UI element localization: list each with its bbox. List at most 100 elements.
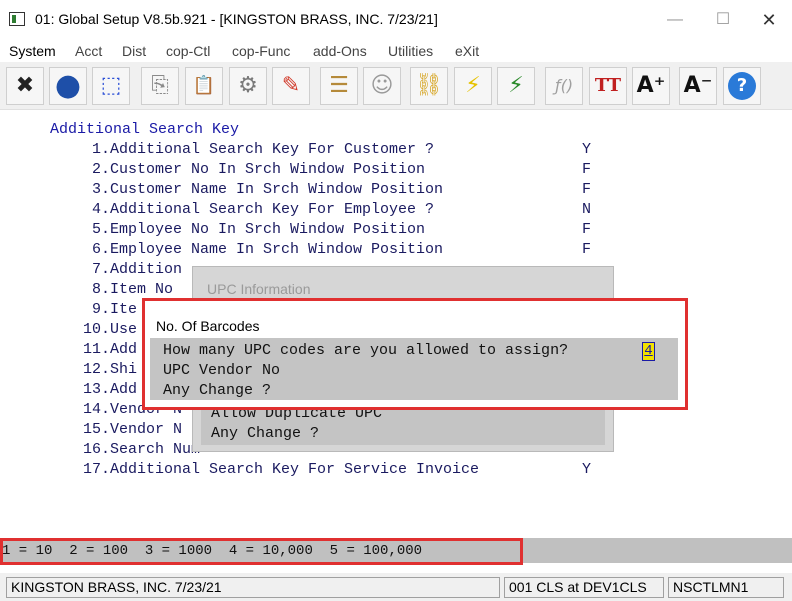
item-label: Additional Search Key For Customer ? bbox=[110, 141, 435, 158]
globe-button[interactable]: ● bbox=[49, 67, 87, 105]
menu-acct[interactable]: Acct bbox=[75, 43, 102, 59]
item-number: 9. bbox=[91, 301, 110, 318]
lightning-icon: ⚡ bbox=[465, 73, 481, 98]
menu-cop-ctl[interactable]: cop-Ctl bbox=[166, 43, 210, 59]
hint-text: 1 = 10 2 = 100 3 = 1000 4 = 10,000 5 = 1… bbox=[2, 543, 423, 559]
select-button[interactable]: ⬚ bbox=[92, 67, 130, 105]
item-label: Employee Name In Srch Window Position bbox=[110, 241, 444, 258]
barcodes-dialog-body: How many UPC codes are you allowed to as… bbox=[150, 338, 678, 400]
item-number: 11. bbox=[82, 341, 110, 358]
item-value: F bbox=[582, 181, 592, 198]
item-number: 7. bbox=[91, 261, 110, 278]
barcodes-dialog-title: No. Of Barcodes bbox=[156, 318, 260, 334]
lightning-button[interactable]: ⚡ bbox=[454, 67, 492, 105]
menu-cop-func[interactable]: cop-Func bbox=[232, 43, 290, 59]
item-number: 8. bbox=[91, 281, 110, 298]
item-label: Item No bbox=[110, 281, 174, 298]
status-company: KINGSTON BRASS, INC. 7/23/21 bbox=[6, 577, 500, 598]
settings-button[interactable]: ⚙ bbox=[229, 67, 267, 105]
close-x-button[interactable]: ✖ bbox=[6, 67, 44, 105]
item-number: 5. bbox=[91, 221, 110, 238]
menu-system[interactable]: System bbox=[9, 43, 56, 59]
upc-vendor-no-label: UPC Vendor No bbox=[163, 362, 281, 379]
menu-utilities[interactable]: Utilities bbox=[388, 43, 433, 59]
font-increase-icon: A⁺ bbox=[636, 73, 666, 98]
toolbar: ✖ ● ⬚ ⎘ 📋 ⚙ ✎ ☰ ☺ ⛓ ⚡ ⚡ ƒ() TT A⁺ A⁻ ? bbox=[0, 62, 792, 110]
notepad-button[interactable]: ☰ bbox=[320, 67, 358, 105]
item-number: 12. bbox=[82, 361, 110, 378]
item-label: Ite bbox=[110, 301, 138, 318]
menu-add-ons[interactable]: add-Ons bbox=[313, 43, 367, 59]
window-lightning-icon: ⚡ bbox=[508, 73, 524, 98]
status-session: 001 CLS at DEV1CLS bbox=[504, 577, 664, 598]
barcodes-dialog: No. Of Barcodes How many UPC codes are y… bbox=[142, 298, 688, 410]
app-icon bbox=[9, 12, 25, 26]
item-number: 14. bbox=[82, 401, 110, 418]
upc-any-change-label: Any Change ? bbox=[211, 425, 320, 442]
edit-pencil-icon: ✎ bbox=[281, 73, 301, 98]
item-value: Y bbox=[582, 461, 592, 478]
font-size-button[interactable]: TT bbox=[589, 67, 627, 105]
item-number: 10. bbox=[82, 321, 110, 338]
item-label: Addition bbox=[110, 261, 183, 278]
upc-window-title: UPC Information bbox=[207, 281, 311, 297]
menu-exit[interactable]: eXit bbox=[455, 43, 479, 59]
paste-button[interactable]: 📋 bbox=[185, 67, 223, 105]
close-button[interactable]: ✕ bbox=[746, 0, 792, 40]
font-decrease-icon: A⁻ bbox=[683, 73, 713, 98]
item-label: Customer Name In Srch Window Position bbox=[110, 181, 444, 198]
copy-button[interactable]: ⎘ bbox=[141, 67, 179, 105]
users-icon: ☺ bbox=[370, 73, 394, 98]
font-size-icon: TT bbox=[594, 75, 622, 96]
copy-icon: ⎘ bbox=[151, 73, 169, 98]
help-icon: ? bbox=[728, 72, 756, 100]
item-label: Add bbox=[110, 381, 138, 398]
close-x-icon: ✖ bbox=[15, 73, 35, 98]
item-number: 17. bbox=[82, 461, 110, 478]
item-label: Add bbox=[110, 341, 138, 358]
item-label: Shi bbox=[110, 361, 138, 378]
item-value: F bbox=[582, 161, 592, 178]
item-number: 1. bbox=[91, 141, 110, 158]
item-number: 3. bbox=[91, 181, 110, 198]
barcodes-count-input[interactable]: 4 bbox=[642, 342, 655, 361]
function-icon: ƒ() bbox=[554, 76, 574, 95]
status-program: NSCTLMN1 bbox=[668, 577, 784, 598]
help-button[interactable]: ? bbox=[723, 67, 761, 105]
item-label: Search Num bbox=[110, 441, 201, 458]
function-button[interactable]: ƒ() bbox=[545, 67, 583, 105]
item-label: Employee No In Srch Window Position bbox=[110, 221, 426, 238]
item-label: Vendor N bbox=[110, 421, 183, 438]
maximize-button[interactable]: ☐ bbox=[700, 0, 746, 40]
font-decrease-button[interactable]: A⁻ bbox=[679, 67, 717, 105]
item-value: N bbox=[582, 201, 592, 218]
minimize-button[interactable]: — bbox=[652, 0, 698, 40]
globe-icon: ● bbox=[54, 68, 82, 103]
title-bar: 01: Global Setup V8.5b.921 - [KINGSTON B… bbox=[0, 0, 792, 40]
window-lightning-button[interactable]: ⚡ bbox=[497, 67, 535, 105]
item-label: Use bbox=[110, 321, 138, 338]
item-label: Customer No In Srch Window Position bbox=[110, 161, 426, 178]
edit-button[interactable]: ✎ bbox=[272, 67, 310, 105]
item-value: Y bbox=[582, 141, 592, 158]
item-number: 4. bbox=[91, 201, 110, 218]
item-value: F bbox=[582, 221, 592, 238]
menu-bar: System Acct Dist cop-Ctl cop-Func add-On… bbox=[0, 40, 792, 62]
window-title: 01: Global Setup V8.5b.921 - [KINGSTON B… bbox=[35, 11, 438, 27]
select-rectangle-icon: ⬚ bbox=[100, 73, 122, 98]
paste-icon: 📋 bbox=[192, 75, 216, 96]
barcodes-any-change-label: Any Change ? bbox=[163, 382, 272, 399]
item-label: Additional Search Key For Service Invoic… bbox=[110, 461, 480, 478]
menu-dist[interactable]: Dist bbox=[122, 43, 146, 59]
notepad-icon: ☰ bbox=[329, 73, 349, 98]
settings-gear-icon: ⚙ bbox=[238, 73, 258, 98]
item-number: 2. bbox=[91, 161, 110, 178]
link-button[interactable]: ⛓ bbox=[410, 67, 448, 105]
item-number: 16. bbox=[82, 441, 110, 458]
item-label: Additional Search Key For Employee ? bbox=[110, 201, 435, 218]
section-heading: Additional Search Key bbox=[50, 121, 240, 138]
users-button[interactable]: ☺ bbox=[363, 67, 401, 105]
chain-link-icon: ⛓ bbox=[415, 73, 443, 98]
font-increase-button[interactable]: A⁺ bbox=[632, 67, 670, 105]
item-number: 15. bbox=[82, 421, 110, 438]
